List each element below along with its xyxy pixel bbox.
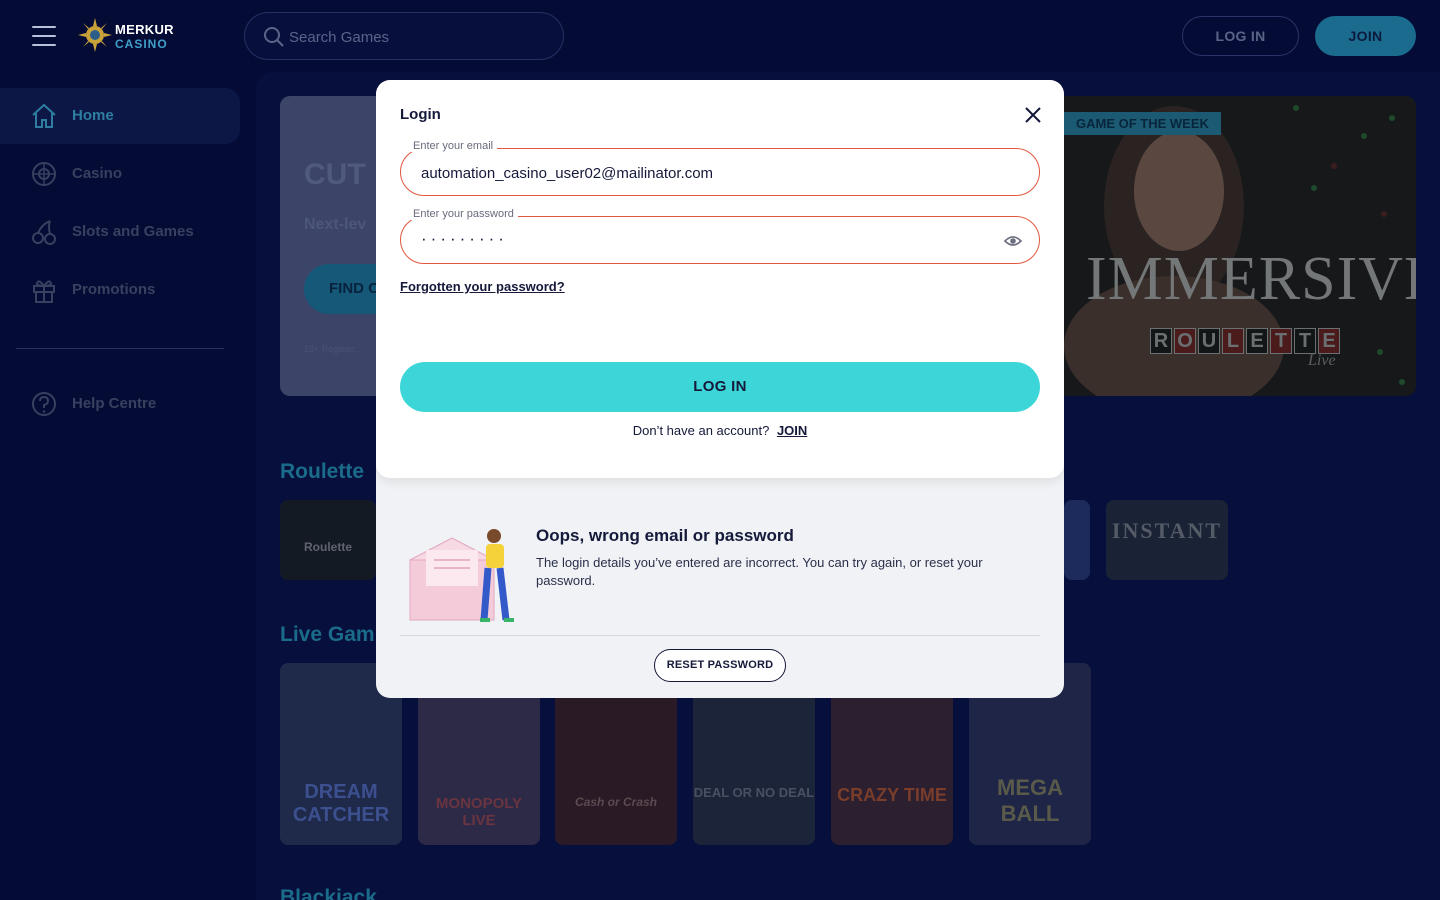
roulette-letter: R xyxy=(1150,328,1172,354)
search-bar[interactable] xyxy=(244,12,564,60)
sidebar-divider xyxy=(16,348,224,349)
login-modal: Login Enter your email Enter your passwo… xyxy=(376,80,1064,698)
roulette-letter: T xyxy=(1294,328,1316,354)
login-submit-button[interactable]: LOG IN xyxy=(400,362,1040,412)
logo-text-casino: CASINO xyxy=(115,37,168,51)
email-field-label: Enter your email xyxy=(409,140,498,152)
game-tile-partial[interactable] xyxy=(1064,500,1090,580)
merkur-casino-logo[interactable]: MERKUR CASINO xyxy=(78,18,178,54)
modal-title: Login xyxy=(400,106,441,123)
sidebar-item-slots[interactable]: Slots and Games xyxy=(0,204,240,260)
roulette-letter: T xyxy=(1270,328,1292,354)
home-icon xyxy=(32,103,56,128)
no-account-row: Don’t have an account? JOIN xyxy=(376,423,1064,438)
roulette-letter: O xyxy=(1174,328,1196,354)
game-tile-label: Cash or Crash xyxy=(574,795,658,809)
password-field[interactable]: Enter your password ········· xyxy=(400,208,1040,264)
roulette-letter: E xyxy=(1318,328,1340,354)
login-form-panel: Login Enter your email Enter your passwo… xyxy=(376,80,1064,478)
game-tile-label: INSTANT xyxy=(1111,518,1223,543)
search-icon xyxy=(264,27,284,47)
hamburger-menu-icon[interactable] xyxy=(32,26,56,46)
game-tile-label: MONOPOLY LIVE xyxy=(435,795,523,829)
top-bar: MERKUR CASINO LOG IN JOIN xyxy=(0,0,1440,72)
hero-terms: 18+ Register... xyxy=(304,344,363,354)
roulette-letters: R O U L E T T E xyxy=(1150,328,1340,354)
section-title-roulette: Roulette xyxy=(280,460,364,483)
sidebar-item-label: Promotions xyxy=(72,281,156,298)
error-message: The login details you’ve entered are inc… xyxy=(536,555,983,588)
show-password-eye-icon[interactable] xyxy=(1003,231,1023,251)
email-input[interactable] xyxy=(421,161,991,185)
sidebar-item-label: Casino xyxy=(72,165,123,182)
help-question-icon xyxy=(32,392,56,416)
sidebar-item-casino[interactable]: Casino xyxy=(0,146,240,202)
game-tile-label: CRAZY TIME xyxy=(837,785,947,805)
roulette-letter: L xyxy=(1222,328,1244,354)
game-tile-roulette[interactable]: Roulette xyxy=(280,500,376,580)
error-divider xyxy=(400,635,1040,636)
game-of-the-week-banner[interactable]: GAME OF THE WEEK IMMERSIVE R O U L E T T… xyxy=(1064,96,1416,396)
roulette-wheel-icon xyxy=(32,162,56,186)
game-tile-label: Roulette xyxy=(304,540,352,554)
game-of-the-week-badge: GAME OF THE WEEK xyxy=(1064,112,1221,135)
close-icon[interactable] xyxy=(1022,104,1044,126)
join-link[interactable]: JOIN xyxy=(777,423,807,438)
no-account-text: Don’t have an account? xyxy=(632,423,770,438)
logo-text-merkur: MERKUR xyxy=(115,22,174,37)
cherries-icon xyxy=(32,220,56,245)
search-input[interactable] xyxy=(289,25,549,49)
email-field[interactable]: Enter your email xyxy=(400,140,1040,196)
error-title: Oops, wrong email or password xyxy=(536,526,794,545)
game-tile-label: DEAL OR NO DEAL xyxy=(693,785,815,800)
gift-icon xyxy=(33,280,55,303)
game-tile-label: MEGA BALL xyxy=(997,775,1063,826)
roulette-letter: U xyxy=(1198,328,1220,354)
roulette-letter: E xyxy=(1246,328,1268,354)
hero-subtitle: Next-lev xyxy=(304,216,367,233)
section-title-live-games: Live Gam xyxy=(280,623,375,646)
sidebar-item-label: Slots and Games xyxy=(72,223,194,240)
sidebar: Home Casino Slots and Games Promotions H… xyxy=(0,72,256,900)
password-input[interactable]: ········· xyxy=(421,229,508,249)
password-field-label: Enter your password xyxy=(409,208,518,220)
hero-title: CUT xyxy=(304,158,366,191)
game-tile-label: DREAM CATCHER xyxy=(292,781,390,826)
header-join-button[interactable]: JOIN xyxy=(1315,16,1416,56)
sidebar-item-home[interactable]: Home xyxy=(0,88,240,144)
merkur-sun-logo-icon xyxy=(78,18,112,52)
game-of-week-live-tag: Live xyxy=(1308,352,1336,369)
sidebar-item-label: Help Centre xyxy=(72,395,157,412)
forgot-password-link[interactable]: Forgotten your password? xyxy=(400,279,565,294)
sidebar-item-promotions[interactable]: Promotions xyxy=(0,262,240,318)
envelope-person-illustration-icon xyxy=(409,529,514,622)
header-login-button[interactable]: LOG IN xyxy=(1182,16,1299,56)
reset-password-button[interactable]: RESET PASSWORD xyxy=(654,649,786,682)
game-tile-instant[interactable]: INSTANT xyxy=(1106,500,1228,580)
sidebar-item-help-centre[interactable]: Help Centre xyxy=(0,376,240,432)
section-title-blackjack: Blackjack xyxy=(280,886,377,900)
sidebar-item-label: Home xyxy=(72,107,114,124)
game-of-week-title: IMMERSIVE xyxy=(1086,245,1416,313)
